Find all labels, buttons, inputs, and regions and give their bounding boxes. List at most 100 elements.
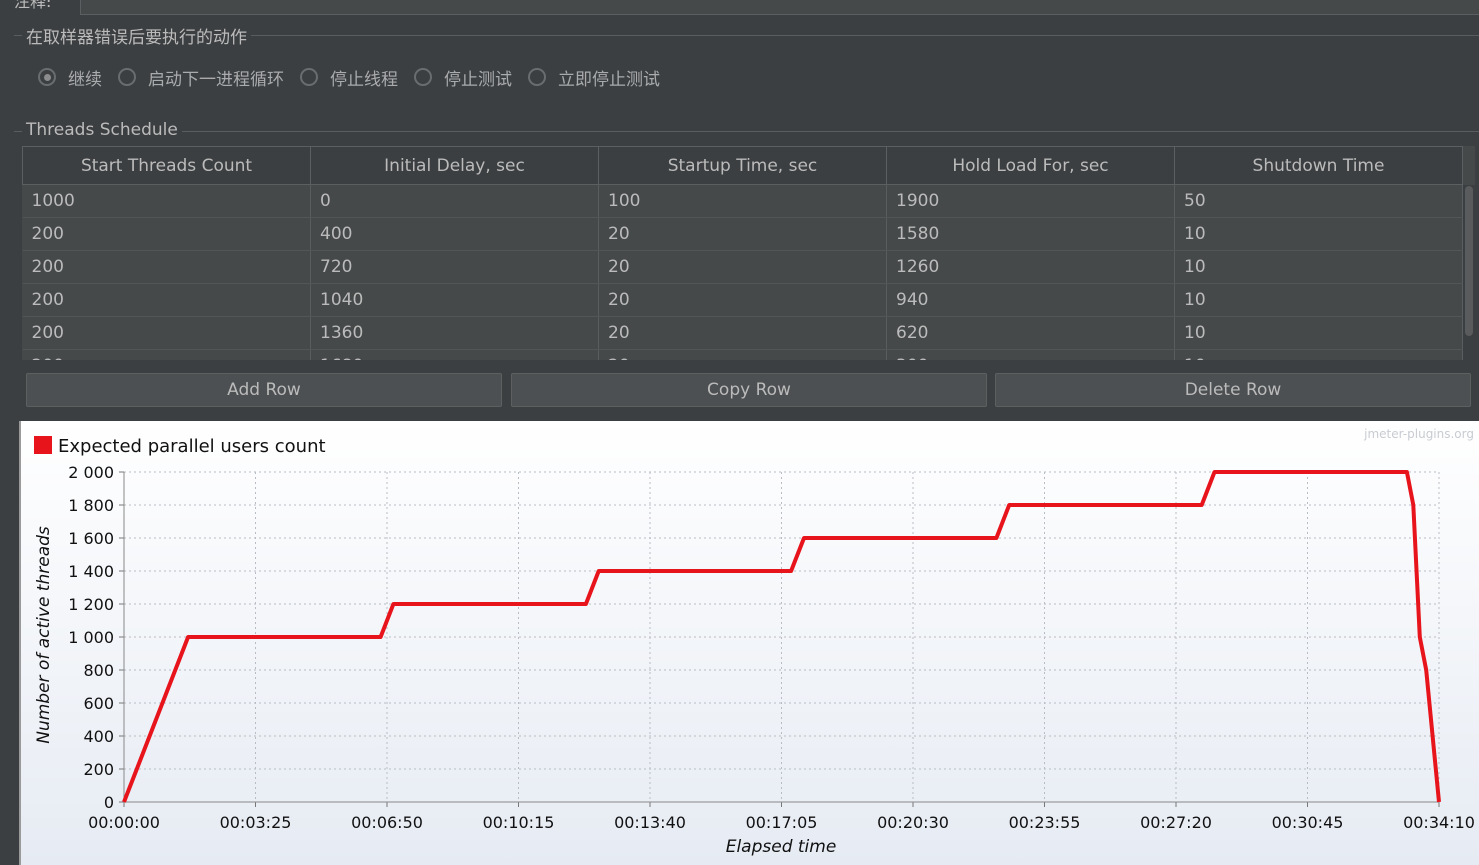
y-tick-label: 2 000 [68,463,114,482]
table-cell[interactable]: 10 [1174,316,1463,350]
table-cell[interactable]: 1260 [886,250,1175,284]
y-tick-label: 1 800 [68,496,114,515]
table-cell[interactable]: 10 [1174,283,1463,317]
table-cell[interactable]: 200 [22,349,311,360]
delete-row-button[interactable]: Delete Row [995,373,1471,407]
comment-label: 注释: [14,0,52,11]
x-tick-label: 00:30:45 [1272,813,1344,832]
table-row[interactable]: 1000 0 100 1900 50 [22,184,1463,218]
chart-background [21,421,1479,865]
y-axis-label: Number of active threads [34,526,54,744]
x-tick-label: 00:17:05 [746,813,818,832]
table-cell[interactable]: 200 [22,250,311,284]
radio-continue[interactable]: 继续 [38,65,102,90]
table-cell[interactable]: 940 [886,283,1175,317]
x-tick-label: 00:13:40 [614,813,686,832]
table-cell[interactable]: 10 [1174,217,1463,251]
y-tick-label: 400 [83,727,114,746]
table-row[interactable]: 200 720 20 1260 10 [22,250,1463,284]
radio-stop-thread-label: 停止线程 [330,69,398,90]
table-cell[interactable]: 20 [598,250,887,284]
table-scrollbar[interactable] [1463,185,1475,360]
chart-svg: 0 200 400 600 800 1 000 1 200 1 400 1 600 1 800 2 … [21,421,1479,865]
x-tick-label: 00:20:30 [877,813,949,832]
threads-schedule-border [14,131,1479,132]
x-tick-label: 00:34:10 [1403,813,1475,832]
x-tick-label: 00:10:15 [483,813,555,832]
table-cell[interactable]: 720 [310,250,599,284]
y-tick-label: 600 [83,694,114,713]
table-cell[interactable]: 20 [598,283,887,317]
table-cell[interactable]: 1900 [886,184,1175,218]
x-tick-label: 00:00:00 [88,813,160,832]
radio-unselected-icon [528,68,546,86]
y-tick-label: 800 [83,661,114,680]
table-cell[interactable]: 620 [886,316,1175,350]
x-tick-label: 00:06:50 [351,813,423,832]
x-axis-label: Elapsed time [726,837,837,857]
threads-chart: 0 200 400 600 800 1 000 1 200 1 400 1 600 1 800 2 … [19,421,1479,865]
y-tick-label: 0 [104,793,114,812]
table-cell[interactable]: 0 [310,184,599,218]
y-tick-label: 1 000 [68,628,114,647]
copy-row-button[interactable]: Copy Row [511,373,987,407]
threads-schedule-table: Start Threads Count Initial Delay, sec S… [22,146,1475,360]
table-cell[interactable]: 200 [22,217,311,251]
y-tick-label: 1 400 [68,562,114,581]
radio-unselected-icon [414,68,432,86]
y-tick-label: 200 [83,760,114,779]
table-cell[interactable]: 20 [598,316,887,350]
radio-selected-icon [38,68,56,86]
legend-label: Expected parallel users count [58,436,326,457]
add-row-button[interactable]: Add Row [26,373,502,407]
table-cell[interactable]: 100 [598,184,887,218]
x-tick-label: 00:03:25 [220,813,292,832]
radio-stop-test-now-label: 立即停止测试 [558,69,660,90]
radio-unselected-icon [118,68,136,86]
table-cell[interactable]: 10 [1174,250,1463,284]
table-row[interactable]: 200 400 20 1580 10 [22,217,1463,251]
error-action-radio-group: 继续 启动下一进程循环 停止线程 停止测试 立即停止测试 [38,64,676,90]
table-cell[interactable]: 200 [22,283,311,317]
watermark: jmeter-plugins.org [1363,427,1474,441]
table-cell[interactable]: 1040 [310,283,599,317]
table-row[interactable]: 200 1680 20 300 10 [22,349,1463,360]
table-cell[interactable]: 1000 [22,184,311,218]
radio-start-next-loop-label: 启动下一进程循环 [148,69,284,90]
column-header-startup-time[interactable]: Startup Time, sec [598,146,887,185]
table-cell[interactable]: 400 [310,217,599,251]
column-header-initial-delay[interactable]: Initial Delay, sec [310,146,599,185]
scrollbar-thumb[interactable] [1465,186,1473,336]
table-cell[interactable]: 1680 [310,349,599,360]
column-header-shutdown-time[interactable]: Shutdown Time [1174,146,1463,185]
y-tick-label: 1 200 [68,595,114,614]
table-cell[interactable]: 20 [598,349,887,360]
threads-schedule-legend: Threads Schedule [22,120,182,140]
table-cell[interactable]: 300 [886,349,1175,360]
x-tick-label: 00:27:20 [1140,813,1212,832]
legend-swatch [34,436,52,454]
table-cell[interactable]: 1580 [886,217,1175,251]
table-cell[interactable]: 20 [598,217,887,251]
error-action-legend: 在取样器错误后要执行的动作 [22,23,251,48]
radio-unselected-icon [300,68,318,86]
column-header-hold-load[interactable]: Hold Load For, sec [886,146,1175,185]
radio-start-next-loop[interactable]: 启动下一进程循环 [118,65,284,90]
comment-input[interactable] [80,0,1479,15]
radio-stop-thread[interactable]: 停止线程 [300,65,398,90]
table-cell[interactable]: 1360 [310,316,599,350]
table-row[interactable]: 200 1360 20 620 10 [22,316,1463,350]
y-tick-label: 1 600 [68,529,114,548]
radio-continue-label: 继续 [68,69,102,90]
table-cell[interactable]: 200 [22,316,311,350]
radio-stop-test-now[interactable]: 立即停止测试 [528,65,660,90]
column-header-start-threads[interactable]: Start Threads Count [22,146,311,185]
comment-row: 注释: [0,0,1479,16]
table-cell[interactable]: 10 [1174,349,1463,360]
table-row[interactable]: 200 1040 20 940 10 [22,283,1463,317]
table-header-row: Start Threads Count Initial Delay, sec S… [22,146,1463,185]
table-cell[interactable]: 50 [1174,184,1463,218]
radio-stop-test[interactable]: 停止测试 [414,65,512,90]
radio-stop-test-label: 停止测试 [444,69,512,90]
x-tick-label: 00:23:55 [1009,813,1081,832]
